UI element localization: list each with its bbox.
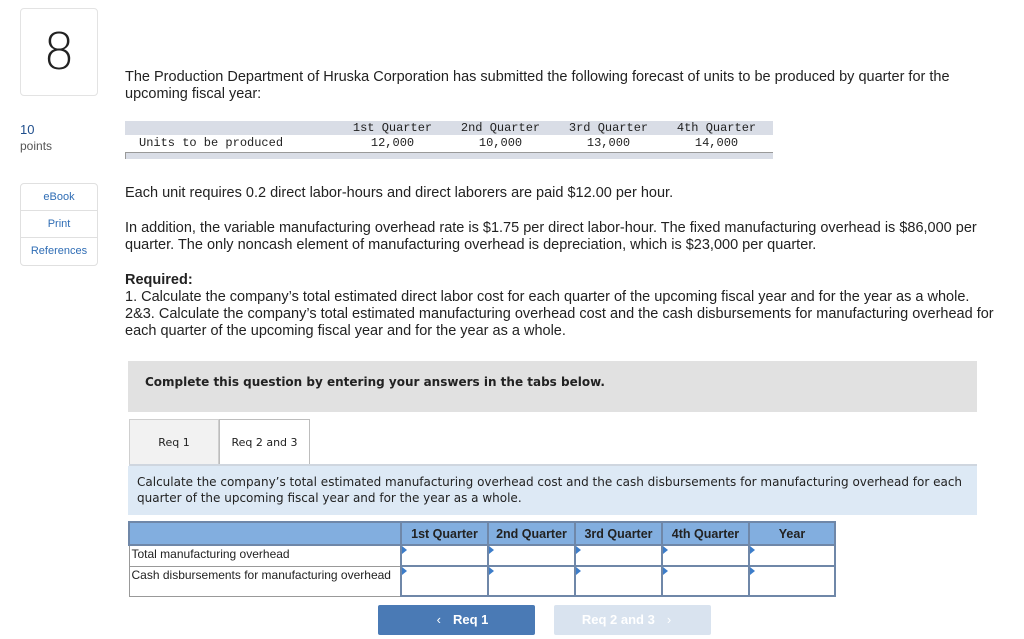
units-row-label: Units to be produced xyxy=(139,136,284,150)
units-header-q2: 2nd Quarter xyxy=(460,121,541,135)
chevron-left-icon: ‹ xyxy=(436,612,441,627)
answer-table: 1st Quarter 2nd Quarter 3rd Quarter 4th … xyxy=(128,521,836,597)
print-link[interactable]: Print xyxy=(21,211,97,238)
points-info: 10 points xyxy=(20,122,52,153)
units-table-header: 1st Quarter 2nd Quarter 3rd Quarter 4th … xyxy=(125,121,773,135)
overhead-text: In addition, the variable manufacturing … xyxy=(125,220,977,253)
answer-header-q3: 3rd Quarter xyxy=(574,521,663,546)
next-req-label: Req 2 and 3 xyxy=(581,612,655,627)
complete-instructions: Complete this question by entering your … xyxy=(128,361,977,412)
table-row: Total manufacturing overhead xyxy=(128,544,836,567)
tab-req-1[interactable]: Req 1 xyxy=(129,419,219,465)
question-number: 8 xyxy=(20,8,98,96)
answer-header-row: 1st Quarter 2nd Quarter 3rd Quarter 4th … xyxy=(128,521,836,546)
resource-links: eBook Print References xyxy=(20,183,98,266)
units-value-q4: 14,000 xyxy=(694,136,739,150)
cash-disbursements-q3-input[interactable] xyxy=(576,567,661,595)
answer-header-q1: 1st Quarter xyxy=(400,521,489,546)
row-label-total-overhead: Total manufacturing overhead xyxy=(128,544,402,567)
required-section: Required: 1. Calculate the company’s tot… xyxy=(125,272,1010,340)
required-1: 1. Calculate the company’s total estimat… xyxy=(125,289,970,305)
total-overhead-q4-input[interactable] xyxy=(663,546,748,565)
points-value: 10 xyxy=(20,122,35,137)
labor-text: Each unit requires 0.2 direct labor-hour… xyxy=(125,185,674,201)
prev-req-button[interactable]: ‹ Req 1 xyxy=(378,605,535,635)
units-value-q2: 10,000 xyxy=(478,136,523,150)
cash-disbursements-q2-input[interactable] xyxy=(489,567,574,595)
table-row: Cash disbursements for manufacturing ove… xyxy=(128,565,836,597)
required-23: 2&3. Calculate the company’s total estim… xyxy=(125,306,994,339)
total-overhead-q1-input[interactable] xyxy=(402,546,487,565)
units-forecast-table: 1st Quarter 2nd Quarter 3rd Quarter 4th … xyxy=(125,121,773,159)
tab-instruction: Calculate the company’s total estimated … xyxy=(128,466,977,515)
units-table-footer xyxy=(125,152,773,159)
answer-header-year: Year xyxy=(748,521,836,546)
next-req-button[interactable]: Req 2 and 3 › xyxy=(554,605,711,635)
required-title: Required: xyxy=(125,272,193,288)
cash-disbursements-q4-input[interactable] xyxy=(663,567,748,595)
answer-header-q2: 2nd Quarter xyxy=(487,521,576,546)
total-overhead-q3-input[interactable] xyxy=(576,546,661,565)
prev-req-label: Req 1 xyxy=(452,612,489,627)
references-link[interactable]: References xyxy=(21,238,97,265)
answer-header-q4: 4th Quarter xyxy=(661,521,750,546)
ebook-link[interactable]: eBook xyxy=(21,184,97,211)
total-overhead-q2-input[interactable] xyxy=(489,546,574,565)
units-header-q1: 1st Quarter xyxy=(352,121,433,135)
cash-disbursements-q1-input[interactable] xyxy=(402,567,487,595)
units-header-q4: 4th Quarter xyxy=(676,121,757,135)
row-label-cash-disbursements: Cash disbursements for manufacturing ove… xyxy=(128,565,402,597)
answer-header-blank xyxy=(128,521,402,546)
chevron-right-icon: › xyxy=(666,612,672,627)
units-table-row: Units to be produced 12,000 10,000 13,00… xyxy=(125,135,773,152)
units-value-q1: 12,000 xyxy=(370,136,415,150)
cash-disbursements-year-input[interactable] xyxy=(750,567,834,595)
units-header-q3: 3rd Quarter xyxy=(568,121,649,135)
tab-req-2-and-3[interactable]: Req 2 and 3 xyxy=(219,419,310,466)
units-value-q3: 13,000 xyxy=(586,136,631,150)
total-overhead-year-input[interactable] xyxy=(750,546,834,565)
intro-text: The Production Department of Hruska Corp… xyxy=(125,69,950,102)
points-label: points xyxy=(20,139,53,153)
